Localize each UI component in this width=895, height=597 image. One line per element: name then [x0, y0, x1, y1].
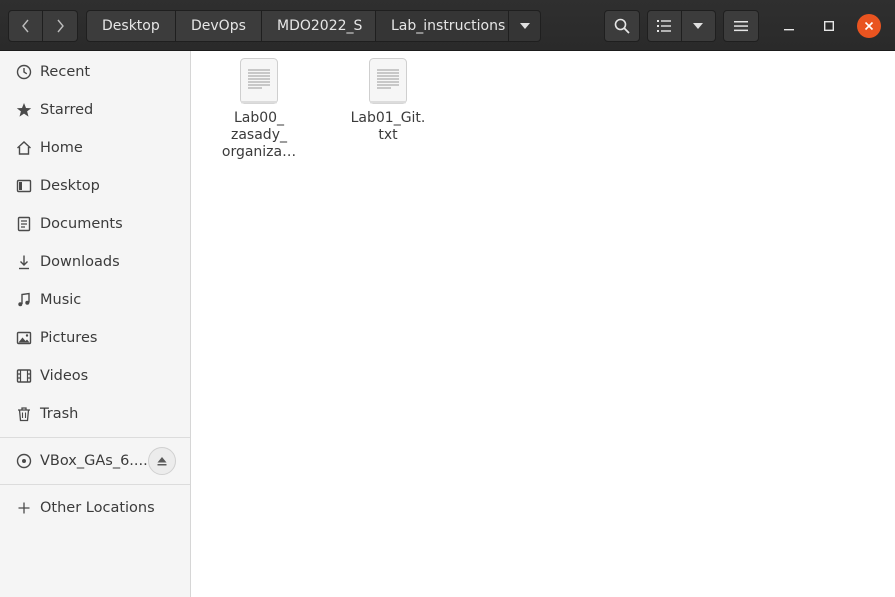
chevron-left-icon — [21, 19, 29, 33]
list-view-icon — [657, 20, 672, 32]
music-icon — [16, 292, 32, 308]
file-name-line: Lab01_Git. — [350, 110, 426, 126]
sidebar: Recent Starred Home Desktop Documents Do… — [0, 51, 191, 597]
view-toggle-button[interactable] — [647, 10, 682, 42]
sidebar-separator — [0, 484, 190, 485]
video-icon — [16, 368, 32, 384]
document-icon — [16, 216, 32, 232]
maximize-icon — [824, 21, 834, 31]
sidebar-item-label: Downloads — [40, 254, 120, 270]
plus-icon — [16, 500, 32, 516]
file-name-line: Lab00_ — [233, 110, 285, 126]
desktop-icon — [16, 178, 32, 194]
navigation-buttons — [8, 10, 78, 42]
search-icon — [614, 18, 630, 34]
sidebar-item-label: VBox_GAs_6.... — [40, 453, 148, 469]
sidebar-item-pictures[interactable]: Pictures — [0, 320, 190, 356]
close-icon — [864, 21, 874, 31]
download-icon — [16, 254, 32, 270]
sidebar-item-downloads[interactable]: Downloads — [0, 244, 190, 280]
file-name-line: zasady_ — [231, 127, 287, 143]
sidebar-item-documents[interactable]: Documents — [0, 206, 190, 242]
sidebar-item-vbox-device[interactable]: VBox_GAs_6.... — [0, 443, 190, 479]
header-bar: Desktop DevOps MDO2022_S Lab_instruction… — [0, 0, 895, 51]
sidebar-item-trash[interactable]: Trash — [0, 396, 190, 432]
breadcrumb-devops[interactable]: DevOps — [176, 10, 262, 42]
clock-icon — [16, 64, 32, 80]
sidebar-item-recent[interactable]: Recent — [0, 54, 190, 90]
star-icon — [16, 102, 32, 118]
breadcrumb-desktop[interactable]: Desktop — [86, 10, 176, 42]
sidebar-item-label: Videos — [40, 368, 89, 384]
sidebar-item-label: Starred — [40, 102, 94, 118]
breadcrumb-dropdown-button[interactable] — [509, 10, 541, 42]
picture-icon — [16, 330, 32, 346]
file-manager-window: Desktop DevOps MDO2022_S Lab_instruction… — [0, 0, 895, 597]
view-controls — [647, 10, 716, 42]
back-button[interactable] — [8, 10, 43, 42]
view-options-button[interactable] — [681, 10, 716, 42]
file-item[interactable]: Lab01_Git. txt — [340, 58, 436, 144]
file-view: Lab00_ zasady_ organiza… Lab01_Git. txt — [191, 51, 895, 597]
minimize-button[interactable] — [777, 14, 801, 38]
sidebar-separator — [0, 437, 190, 438]
chevron-right-icon — [57, 19, 64, 33]
sidebar-item-label: Pictures — [40, 330, 98, 346]
breadcrumb-mdo2022[interactable]: MDO2022_S — [262, 10, 376, 42]
trash-icon — [16, 406, 32, 422]
eject-icon — [157, 457, 167, 466]
file-item[interactable]: Lab00_ zasady_ organiza… — [211, 58, 307, 161]
text-file-icon — [369, 58, 407, 104]
minimize-icon — [784, 29, 794, 31]
chevron-down-icon — [519, 23, 530, 29]
sidebar-item-other-locations[interactable]: Other Locations — [0, 490, 190, 526]
hamburger-menu-icon — [734, 21, 748, 32]
sidebar-item-label: Recent — [40, 64, 91, 80]
search-button[interactable] — [604, 10, 640, 42]
sidebar-item-label: Trash — [40, 406, 79, 422]
sidebar-item-home[interactable]: Home — [0, 130, 190, 166]
sidebar-item-label: Music — [40, 292, 82, 308]
home-icon — [16, 140, 32, 156]
sidebar-item-label: Desktop — [40, 178, 100, 194]
sidebar-item-desktop[interactable]: Desktop — [0, 168, 190, 204]
file-name: Lab00_ zasady_ organiza… — [211, 110, 307, 161]
sidebar-item-videos[interactable]: Videos — [0, 358, 190, 394]
chevron-down-icon — [693, 23, 704, 29]
eject-button[interactable] — [148, 447, 176, 475]
file-name-line: organiza… — [221, 144, 297, 160]
breadcrumb-lab-instructions[interactable]: Lab_instructions — [376, 10, 509, 42]
disc-icon — [16, 453, 32, 469]
sidebar-item-starred[interactable]: Starred — [0, 92, 190, 128]
main-menu-button[interactable] — [723, 10, 759, 42]
close-button[interactable] — [857, 14, 881, 38]
maximize-button[interactable] — [817, 14, 841, 38]
sidebar-item-label: Other Locations — [40, 500, 155, 516]
forward-button[interactable] — [43, 10, 78, 42]
sidebar-item-label: Documents — [40, 216, 123, 232]
text-file-icon — [240, 58, 278, 104]
file-name: Lab01_Git. txt — [340, 110, 436, 144]
sidebar-item-label: Home — [40, 140, 83, 156]
file-name-line: txt — [378, 127, 398, 143]
breadcrumb: Desktop DevOps MDO2022_S Lab_instruction… — [86, 10, 541, 42]
sidebar-item-music[interactable]: Music — [0, 282, 190, 318]
